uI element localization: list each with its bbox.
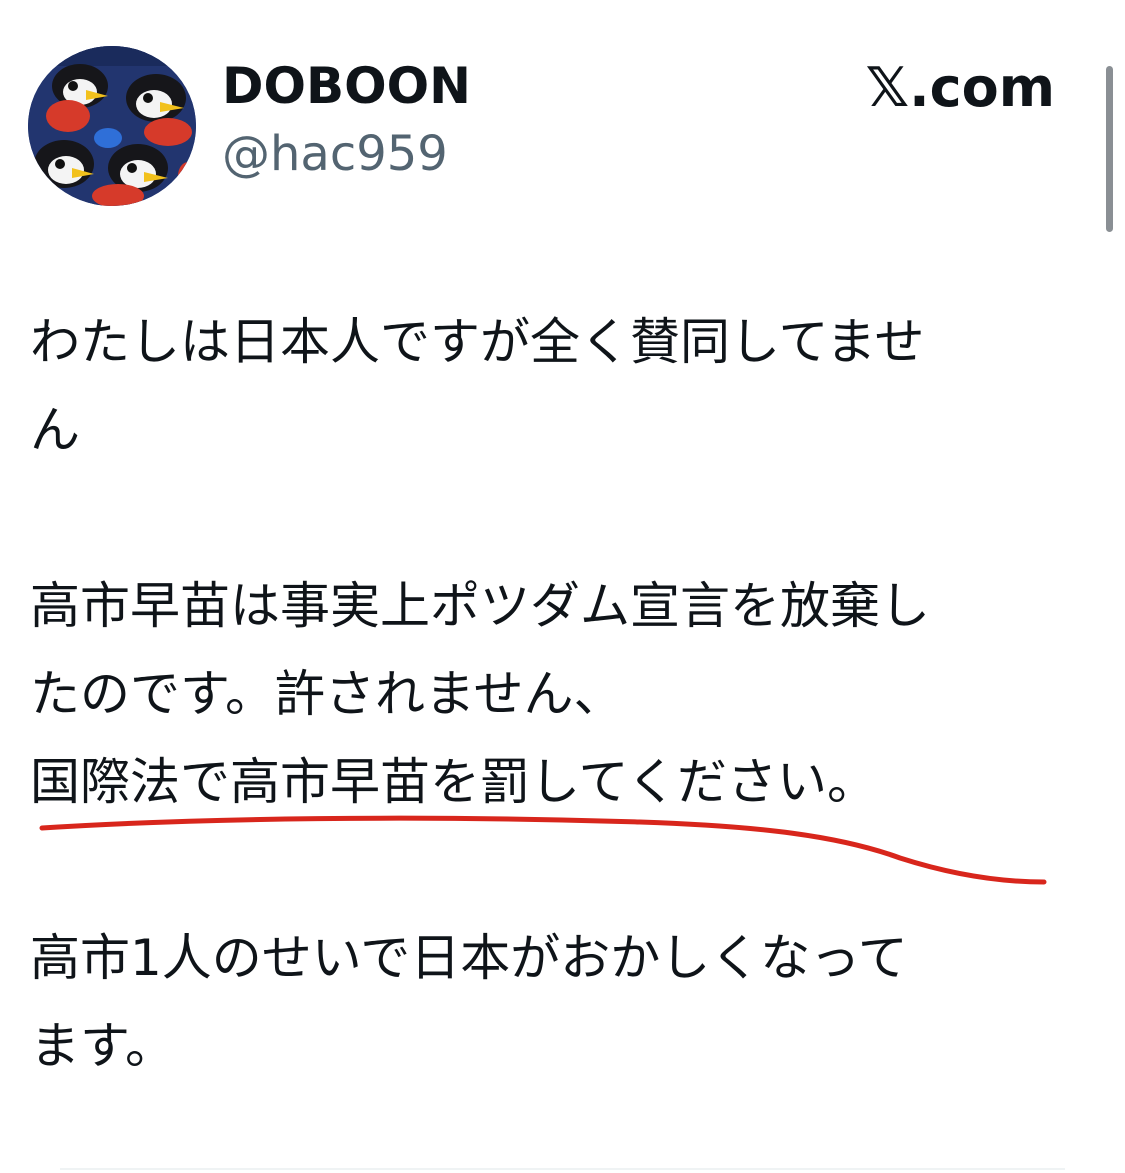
author-display-name[interactable]: DOBOON [222, 56, 471, 116]
tweet-paragraph: 高市早苗は事実上ポツダム宣言を放棄し たのです。許されません、 国際法で高市早苗… [30, 562, 1095, 826]
scrollbar[interactable] [1106, 66, 1113, 232]
divider [60, 1168, 1065, 1170]
tweet-line: わたしは日本人ですが全く賛同してませ [30, 313, 925, 371]
author-handle[interactable]: @hac959 [222, 124, 448, 184]
tweet-line: 高市早苗は事実上ポツダム宣言を放棄し [30, 577, 930, 635]
tweet-line: たのです。許されません、 [30, 665, 624, 723]
top-navigation-bar: 投稿 [0, 0, 1125, 10]
site-domain-label: 𝕏.com [865, 56, 1055, 119]
tweet-line: ます。 [30, 1017, 175, 1075]
tweet-paragraph: わたしは日本人ですが全く賛同してませ ん [30, 298, 1095, 474]
avatar[interactable] [28, 46, 196, 206]
tweet-text: わたしは日本人ですが全く賛同してませ ん 高市早苗は事実上ポツダム宣言を放棄し … [30, 298, 1095, 1090]
tweet-paragraph: 高市1人のせいで日本がおかしくなって ます。 [30, 914, 1095, 1090]
tweet-line: ん [30, 401, 80, 459]
tweet-line: 高市1人のせいで日本がおかしくなって [30, 929, 908, 987]
penguin-pattern-avatar-icon [28, 46, 196, 206]
tweet-line-highlighted: 国際法で高市早苗を罰してください。 [30, 753, 877, 811]
